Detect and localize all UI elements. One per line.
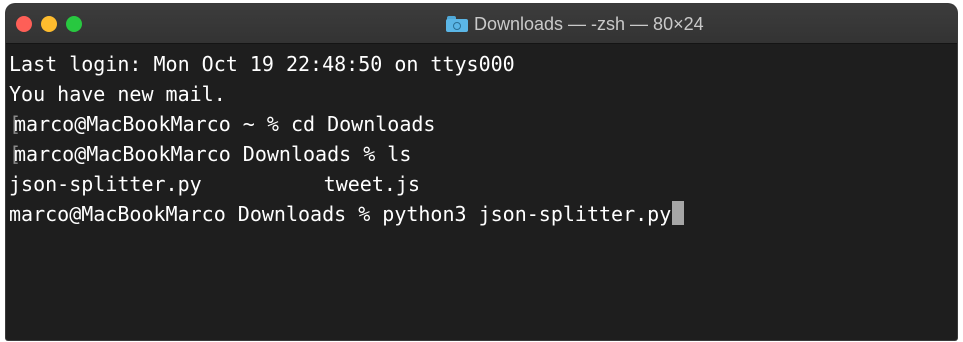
terminal-line-current: marco@MacBookMarco Downloads % python3 j… <box>9 199 957 229</box>
terminal-window: Downloads — -zsh — 80×24 Last login: Mon… <box>6 4 957 340</box>
terminal-line: You have new mail. <box>9 79 957 109</box>
terminal-output[interactable]: Last login: Mon Oct 19 22:48:50 on ttys0… <box>6 44 957 340</box>
terminal-line-files: json-splitter.py tweet.js <box>9 169 957 199</box>
window-title-text: Downloads — -zsh — 80×24 <box>474 13 704 34</box>
minimize-button[interactable] <box>41 16 57 32</box>
window-title: Downloads — -zsh — 80×24 <box>446 13 704 35</box>
line-text: marco@MacBookMarco Downloads % ls <box>14 142 412 166</box>
line-text: You have new mail. <box>9 82 226 106</box>
zoom-button[interactable] <box>66 16 82 32</box>
line-text: marco@MacBookMarco ~ % cd Downloads <box>14 112 436 136</box>
text-cursor <box>672 201 685 225</box>
file-name: tweet.js <box>323 172 420 196</box>
terminal-line-marked: [marco@MacBookMarco ~ % cd Downloads <box>9 109 957 139</box>
terminal-line-marked: [marco@MacBookMarco Downloads % ls <box>9 139 957 169</box>
title-bar[interactable]: Downloads — -zsh — 80×24 <box>6 4 957 44</box>
line-text: marco@MacBookMarco Downloads % python3 j… <box>9 202 672 226</box>
line-text: Last login: Mon Oct 19 22:48:50 on ttys0… <box>9 52 515 76</box>
terminal-line: Last login: Mon Oct 19 22:48:50 on ttys0… <box>9 49 957 79</box>
close-button[interactable] <box>16 16 32 32</box>
file-name: json-splitter.py <box>9 172 202 196</box>
folder-icon <box>446 16 468 32</box>
